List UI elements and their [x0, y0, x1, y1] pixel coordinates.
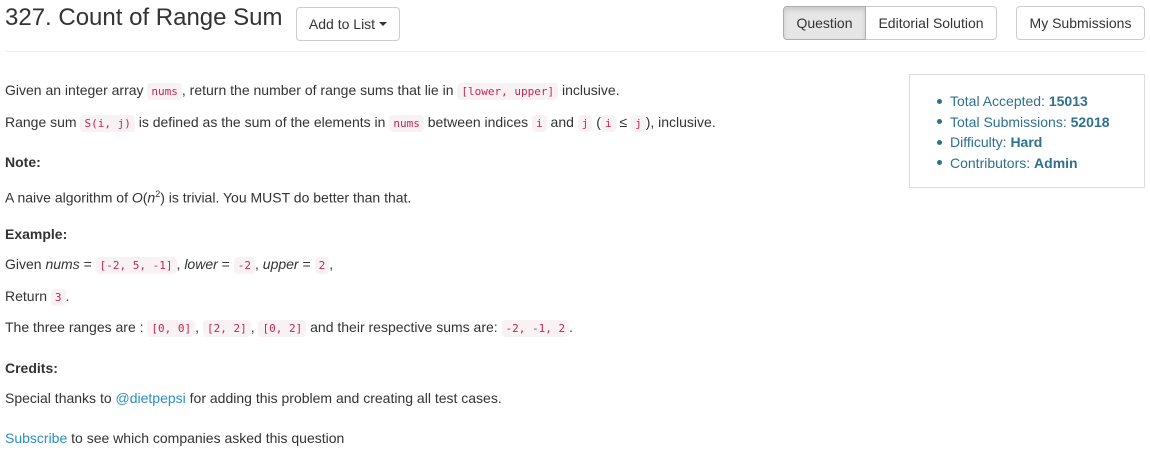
example-heading: Example: — [5, 226, 68, 242]
stat-label: Difficulty: — [950, 134, 1011, 150]
header-divider — [5, 51, 1145, 52]
page-title: 327. Count of Range Sum — [5, 4, 283, 31]
text: is defined as the sum of the elements in — [134, 114, 390, 130]
text: The three ranges are : — [5, 319, 148, 335]
add-to-list-label: Add to List — [308, 16, 376, 32]
text: for adding this problem and creating all… — [185, 390, 502, 406]
stat-label: Contributors: — [950, 154, 1035, 171]
code-lower-value: -2 — [233, 257, 255, 274]
text: Special thanks to — [5, 390, 116, 406]
code-upper-value: 2 — [314, 257, 330, 274]
text: ≤ — [615, 114, 632, 130]
code-range: [0, 2] — [258, 320, 307, 337]
text: . — [65, 288, 70, 304]
description-paragraph-1: Given an integer array nums, return the … — [5, 80, 620, 102]
text: between indices — [423, 114, 533, 130]
example-return: Return 3. — [5, 286, 69, 308]
text: A naive algorithm of — [5, 189, 132, 206]
example-ranges: The three ranges are : [0, 0], [2, 2], [… — [5, 317, 573, 339]
text: inclusive. — [558, 82, 620, 98]
code-nums: nums — [389, 115, 424, 132]
code-range-sum: S(i, j) — [80, 115, 135, 132]
stat-contributors: Contributors: Admin — [937, 153, 1110, 174]
text: nums — [45, 256, 80, 272]
view-tabs: Question Editorial Solution — [783, 6, 997, 40]
tab-editorial-solution[interactable]: Editorial Solution — [866, 6, 997, 40]
text: ( — [592, 114, 601, 130]
problem-header: 327. Count of Range Sum Add to List Ques… — [0, 0, 1150, 52]
note-text: A naive algorithm of O(n2) is trivial. Y… — [5, 184, 411, 208]
tab-question[interactable]: Question — [783, 6, 866, 40]
text: and their respective sums are: — [306, 319, 502, 335]
problem-stats-panel: Total Accepted: 15013 Total Submissions:… — [909, 74, 1145, 188]
code-return-value: 3 — [50, 289, 66, 306]
stat-value: Hard — [1010, 134, 1043, 150]
stat-difficulty: Difficulty: Hard — [937, 132, 1110, 153]
stat-value: Admin — [1034, 154, 1078, 171]
code-nums-value: [-2, 5, -1] — [95, 257, 177, 274]
stat-value: 52018 — [1070, 113, 1110, 130]
stat-total-accepted: Total Accepted: 15013 — [937, 91, 1110, 112]
text: O — [131, 189, 143, 206]
stats-list: Total Accepted: 15013 Total Submissions:… — [937, 91, 1110, 173]
credits-text: Special thanks to @dietpepsi for adding … — [5, 388, 502, 408]
text: = — [298, 256, 315, 272]
text: , — [195, 319, 203, 335]
code-range: [0, 0] — [147, 320, 196, 337]
text: Given — [5, 256, 46, 272]
code-i: i — [600, 115, 616, 132]
text: ), inclusive. — [645, 114, 716, 130]
credits-heading: Credits: — [5, 360, 58, 376]
text: ) is trivial. You MUST do better than th… — [160, 189, 412, 206]
text: and — [546, 114, 578, 130]
text: Given an integer array — [5, 82, 148, 98]
stat-total-submissions: Total Submissions: 52018 — [937, 112, 1110, 133]
stat-label: Total Submissions: — [950, 113, 1071, 130]
example-given: Given nums = [-2, 5, -1], lower = -2, up… — [5, 254, 333, 276]
text: , return the number of range sums that l… — [181, 82, 458, 98]
text: , — [329, 256, 334, 272]
code-j: j — [577, 115, 593, 132]
text: . — [569, 319, 574, 335]
stat-label: Total Accepted: — [950, 93, 1049, 109]
stat-value: 15013 — [1048, 93, 1088, 109]
dietpepsi-link[interactable]: @dietpepsi — [116, 390, 186, 406]
text: = — [79, 256, 96, 272]
code-j: j — [631, 115, 646, 132]
code-sums: -2, -1, 2 — [501, 320, 570, 337]
text: upper — [262, 256, 299, 272]
text: to see which companies asked this questi… — [67, 430, 345, 446]
text: Range sum — [5, 114, 81, 130]
code-i: i — [532, 115, 547, 132]
subscribe-link[interactable]: Subscribe — [5, 430, 67, 446]
code-lower-upper: [lower, upper] — [457, 83, 559, 100]
note-heading: Note: — [5, 154, 41, 170]
caret-down-icon — [379, 22, 388, 26]
text: Return — [5, 288, 51, 304]
subscribe-text: Subscribe to see which companies asked t… — [5, 428, 344, 448]
code-nums: nums — [147, 83, 182, 100]
text: , — [255, 256, 263, 272]
code-range: [2, 2] — [202, 320, 251, 337]
text: = — [217, 256, 234, 272]
add-to-list-button[interactable]: Add to List — [296, 7, 400, 41]
text: lower — [184, 256, 218, 272]
description-paragraph-2: Range sum S(i, j) is defined as the sum … — [5, 112, 716, 134]
my-submissions-button[interactable]: My Submissions — [1016, 6, 1145, 40]
